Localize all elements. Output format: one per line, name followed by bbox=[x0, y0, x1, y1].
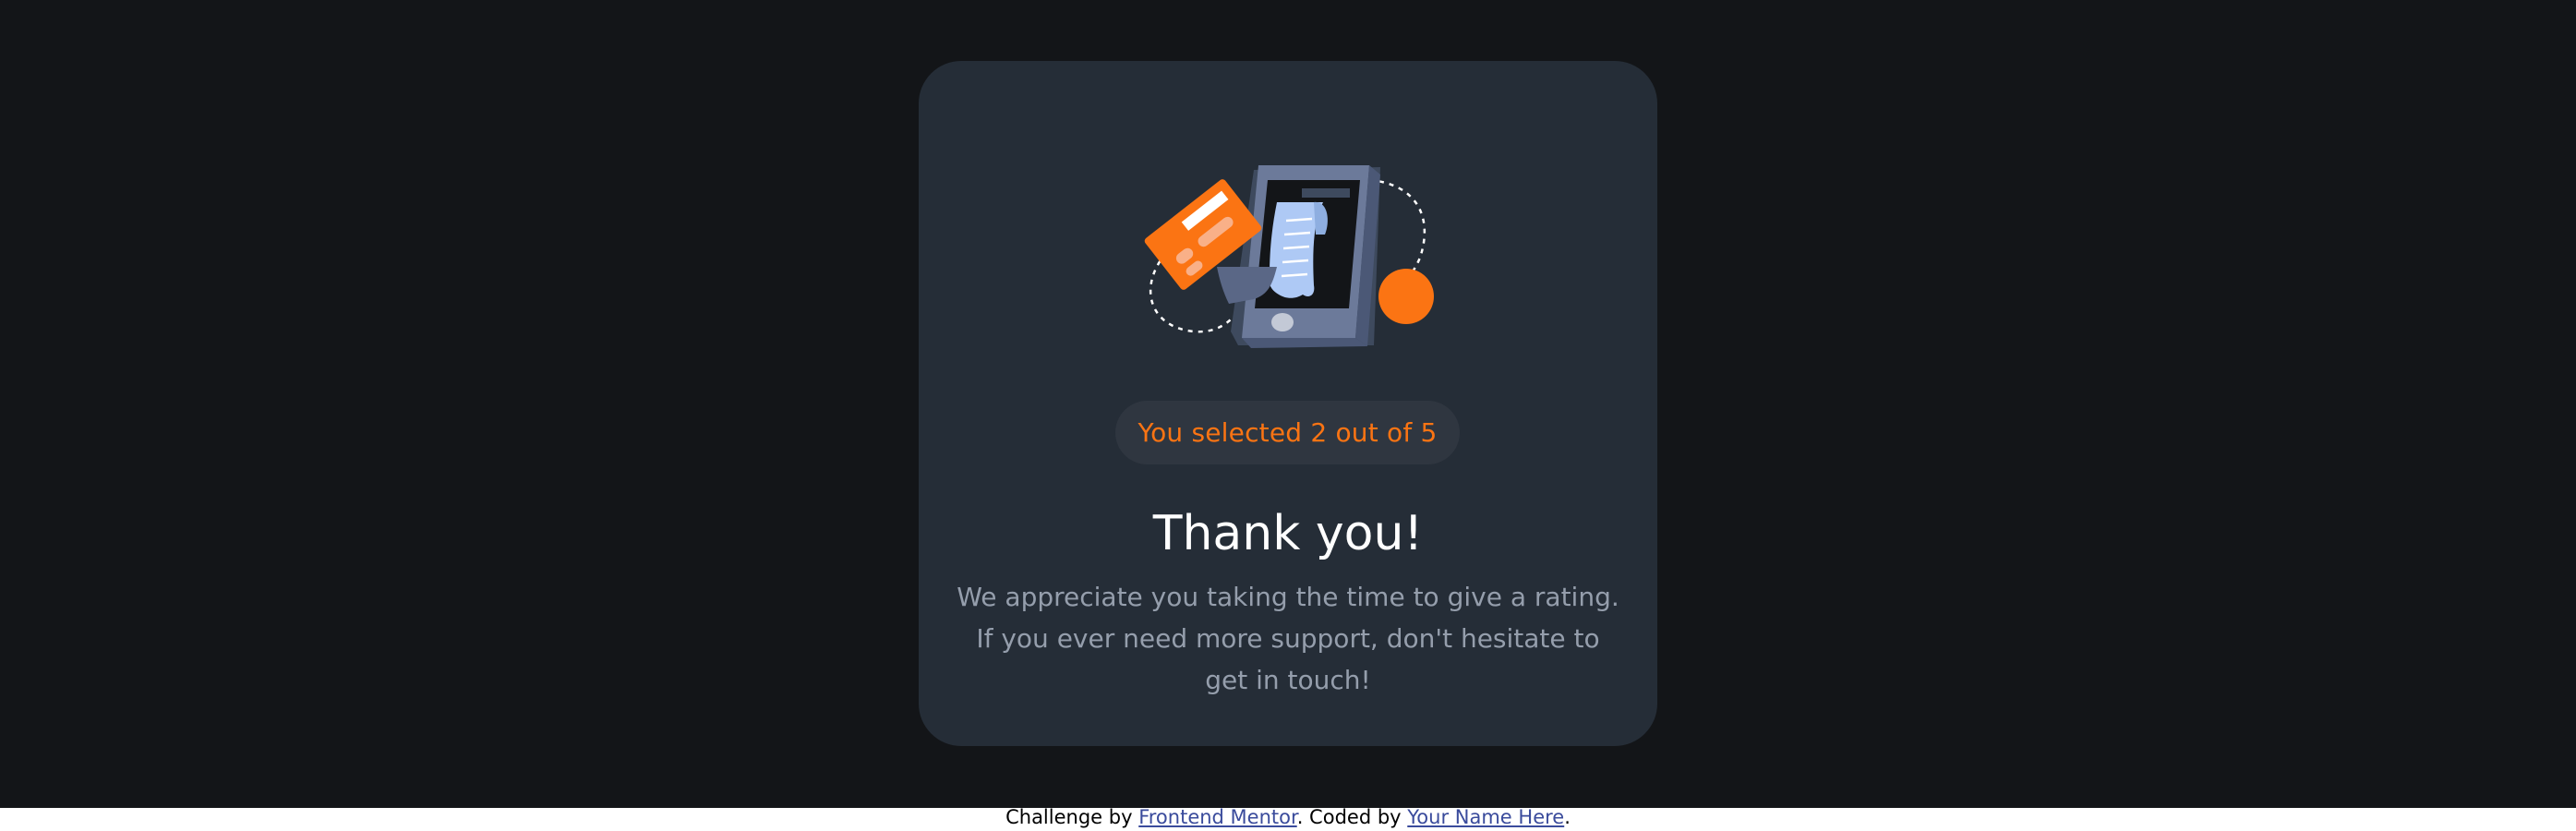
attribution-suffix: . bbox=[1564, 806, 1571, 828]
attribution-footer: Challenge by Frontend Mentor. Coded by Y… bbox=[0, 806, 2576, 828]
thank-you-message: We appreciate you taking the time to giv… bbox=[957, 582, 1619, 695]
rating-result-badge: You selected 2 out of 5 bbox=[1115, 401, 1460, 464]
rating-result-text: You selected 2 out of 5 bbox=[1138, 417, 1438, 448]
page-background: You selected 2 out of 5 Thank you! We ap… bbox=[0, 0, 2576, 808]
author-link[interactable]: Your Name Here bbox=[1407, 806, 1564, 828]
thank-you-title: Thank you! bbox=[1152, 506, 1424, 561]
thank-you-card: You selected 2 out of 5 Thank you! We ap… bbox=[919, 61, 1657, 746]
attribution-prefix: Challenge by bbox=[1005, 806, 1139, 828]
attribution-middle: . Coded by bbox=[1296, 806, 1408, 828]
phone-payment-illustration bbox=[1144, 165, 1434, 348]
frontend-mentor-link[interactable]: Frontend Mentor bbox=[1138, 806, 1297, 828]
